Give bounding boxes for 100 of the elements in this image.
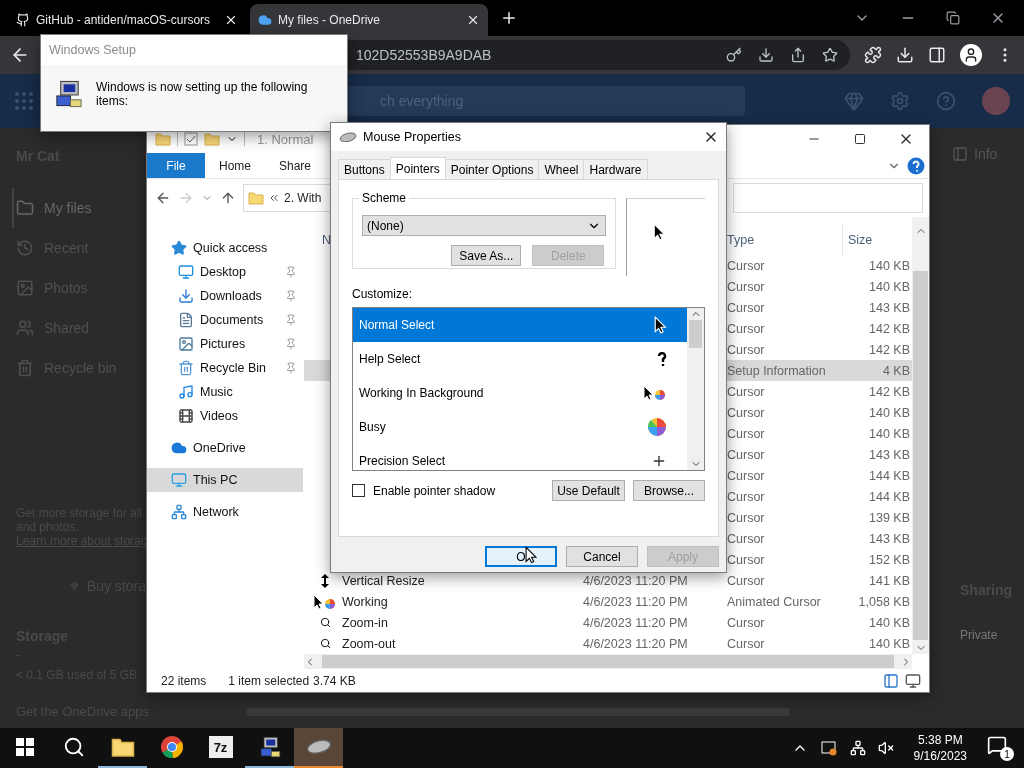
- download-icon[interactable]: [896, 46, 914, 64]
- search-icon: [62, 736, 85, 758]
- network-icon: [171, 504, 187, 520]
- file-date: 4/6/2023 11:20 PM: [583, 615, 689, 630]
- volume-muted-icon[interactable]: [877, 740, 894, 756]
- profile-avatar[interactable]: [960, 44, 982, 66]
- scroll-thumb[interactable]: [913, 271, 928, 640]
- file-type: Cursor: [727, 489, 766, 504]
- pointer-with-wheel-icon: [643, 385, 667, 401]
- search-field[interactable]: [733, 183, 923, 213]
- taskbar-app[interactable]: 7z: [196, 728, 245, 768]
- side-panel-icon[interactable]: [928, 46, 946, 64]
- download-icon: [178, 288, 194, 304]
- cloud-icon: [171, 440, 187, 456]
- customize-label: Customize:: [352, 287, 414, 301]
- dialog-tab[interactable]: Hardware: [583, 159, 648, 179]
- file-type: Cursor: [727, 279, 766, 294]
- scheme-dropdown[interactable]: (None): [362, 215, 607, 236]
- selection-size: 3.74 KB: [313, 673, 356, 688]
- dialog-tab[interactable]: Buttons: [338, 159, 391, 179]
- file-type: Cursor: [727, 636, 766, 651]
- notifications-button[interactable]: 1: [987, 735, 1014, 761]
- nav-item[interactable]: Pictures: [147, 332, 303, 356]
- file-type: Animated Cursor: [727, 594, 822, 609]
- file-row[interactable]: Zoom-out 4/6/2023 11:20 PM Cursor 140 KB: [304, 633, 912, 654]
- file-type: Cursor: [727, 342, 766, 357]
- share-icon[interactable]: [790, 47, 806, 63]
- pointer-icon: [654, 316, 667, 334]
- bookmark-icon[interactable]: [822, 47, 838, 63]
- nav-item[interactable]: Music: [147, 380, 303, 404]
- picture-icon: [178, 336, 194, 352]
- pointer-item[interactable]: Working In Background: [353, 376, 687, 410]
- file-date: 4/6/2023 11:20 PM: [583, 594, 689, 609]
- help-icon[interactable]: [907, 156, 925, 175]
- nav-item[interactable]: OneDrive: [147, 436, 303, 460]
- windows-logo-icon: [15, 738, 34, 756]
- nav-item[interactable]: Quick access: [147, 236, 303, 260]
- dialog-button[interactable]: Cancel: [566, 546, 638, 567]
- file-row[interactable]: Working 4/6/2023 11:20 PM Animated Cursor 1,058 KB: [304, 591, 912, 612]
- ribbon-tab[interactable]: File: [147, 153, 205, 178]
- dialog-button[interactable]: Save As...: [451, 245, 522, 266]
- details-view-icon[interactable]: [883, 672, 899, 689]
- computer-setup-icon: [257, 735, 282, 759]
- file-size: 140 KB: [868, 615, 911, 630]
- nav-item[interactable]: Recycle Bin: [147, 356, 303, 380]
- browser-icon: [159, 735, 184, 759]
- people-icon: [16, 319, 34, 337]
- file-size: 140 KB: [868, 279, 911, 294]
- dialog-button[interactable]: Use Default: [552, 480, 625, 501]
- file-size: 1,058 KB: [857, 594, 911, 609]
- clock[interactable]: 5:38 PM 9/16/2023: [913, 732, 967, 764]
- nav-item[interactable]: Network: [147, 500, 303, 524]
- properties-icon[interactable]: [184, 132, 198, 146]
- pointer-item[interactable]: Normal Select: [353, 308, 687, 342]
- privacy-text: Private: [960, 628, 999, 642]
- new-tab-icon[interactable]: [500, 9, 518, 27]
- dialog-button[interactable]: Browse...: [633, 480, 705, 501]
- scroll-thumb[interactable]: [322, 655, 894, 668]
- install-icon[interactable]: [758, 47, 774, 63]
- recycle-bin-icon: [178, 360, 194, 376]
- storage-dash: -: [16, 648, 21, 662]
- file-type: Cursor: [727, 384, 766, 399]
- dialog-tab[interactable]: Pointer Options: [444, 159, 540, 179]
- nav-item[interactable]: Videos: [147, 404, 303, 428]
- nav-item[interactable]: This PC: [147, 468, 303, 492]
- file-size: 141 KB: [868, 573, 911, 588]
- pointer-item[interactable]: Precision Select: [353, 444, 687, 470]
- browser-tab[interactable]: My files - OneDrive: [250, 4, 488, 36]
- file-type: Cursor: [727, 468, 766, 483]
- file-size: 143 KB: [868, 531, 911, 546]
- security-icon[interactable]: [819, 739, 838, 757]
- checkbox[interactable]: [352, 484, 365, 497]
- close-icon[interactable]: [466, 13, 480, 27]
- key-icon[interactable]: [726, 47, 742, 63]
- nav-item[interactable]: Downloads: [147, 284, 303, 308]
- nav-item[interactable]: Desktop: [147, 260, 303, 284]
- back-icon[interactable]: [155, 190, 171, 206]
- file-row[interactable]: Zoom-in 4/6/2023 11:20 PM Cursor 140 KB: [304, 612, 912, 633]
- mouse-pointer-icon: [525, 546, 537, 564]
- ribbon-tab[interactable]: Home: [205, 153, 265, 178]
- large-icons-view-icon[interactable]: [905, 672, 921, 689]
- star-icon: [171, 240, 187, 256]
- restore-icon[interactable]: [946, 11, 960, 25]
- browser-tab[interactable]: GitHub - antiden/macOS-cursors: [8, 4, 246, 36]
- extensions-icon[interactable]: [864, 46, 882, 64]
- close-icon[interactable]: [224, 13, 238, 27]
- column-header[interactable]: Type: [727, 232, 842, 247]
- question-mark-icon: [657, 351, 667, 367]
- pointer-item[interactable]: Help Select: [353, 342, 687, 376]
- up-icon[interactable]: [220, 190, 236, 206]
- vertical-arrow-icon: [321, 573, 329, 588]
- file-row[interactable]: Vertical Resize 4/6/2023 11:20 PM Cursor 141 KB: [304, 570, 912, 591]
- nav-item[interactable]: Documents: [147, 308, 303, 332]
- ribbon-tab[interactable]: Share: [265, 153, 326, 178]
- scroll-thumb[interactable]: [689, 320, 702, 348]
- file-type: Setup Information: [727, 363, 827, 378]
- dialog-button[interactable]: O: [485, 546, 557, 567]
- dialog-tab[interactable]: Pointers: [389, 157, 446, 179]
- pointer-item[interactable]: Busy: [353, 410, 687, 444]
- network-icon[interactable]: [849, 740, 866, 756]
